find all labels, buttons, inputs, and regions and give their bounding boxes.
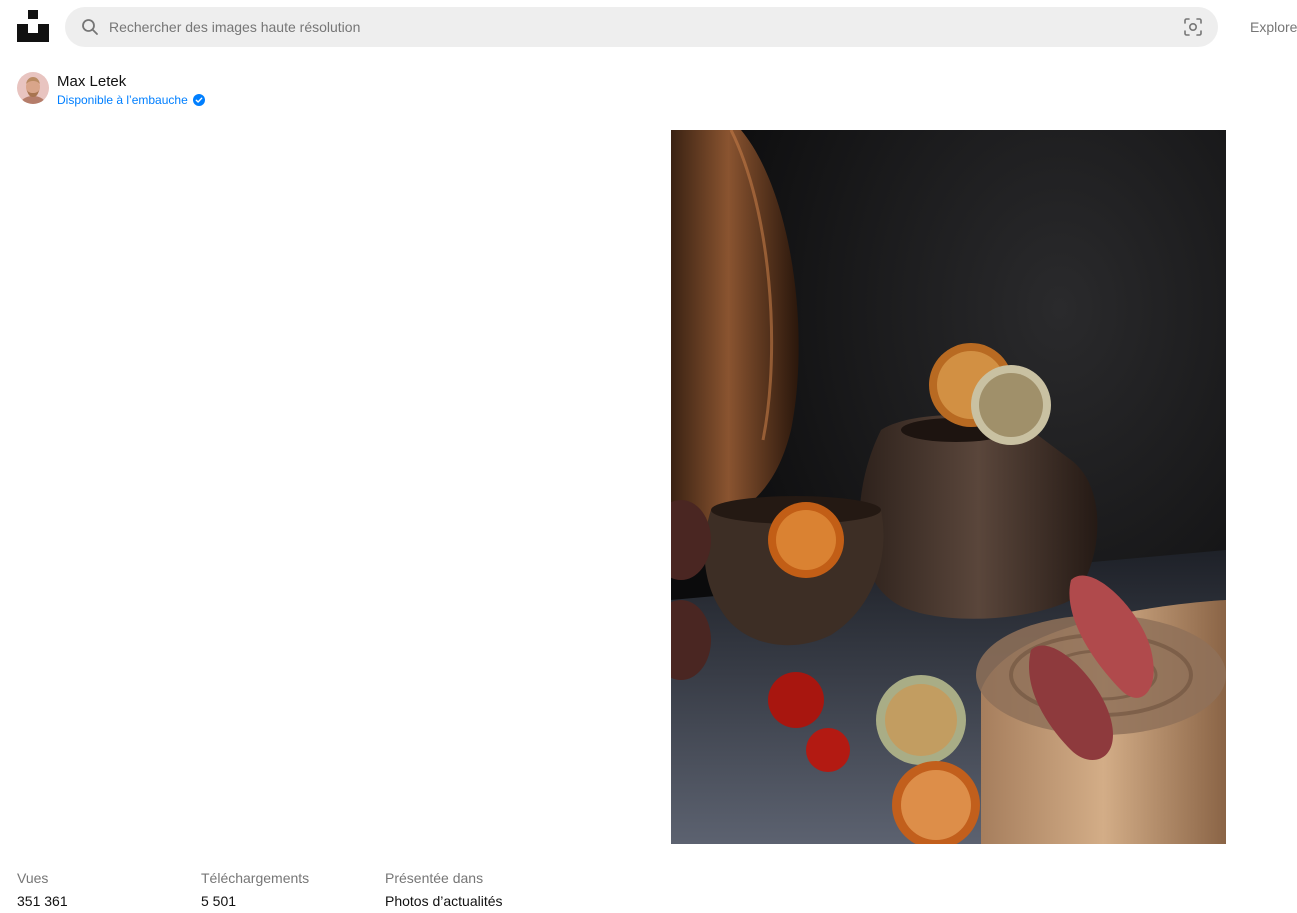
author-name[interactable]: Max Letek — [57, 73, 126, 90]
stat-featured-label: Présentée dans — [385, 870, 484, 886]
unsplash-logo-icon[interactable] — [17, 10, 49, 42]
visual-search-icon[interactable] — [1183, 17, 1203, 37]
stat-views: Vues 351 361 — [17, 870, 68, 909]
logo-bottom-block — [17, 24, 49, 42]
featured-topic-link[interactable]: Photos d’actualités — [385, 893, 503, 909]
still-life-photo — [671, 130, 1226, 844]
logo-top-block — [28, 10, 38, 19]
nav-explore-link[interactable]: Explore — [1250, 19, 1297, 35]
avatar[interactable] — [17, 72, 49, 104]
hire-status-link[interactable]: Disponible à l’embauche — [57, 93, 205, 107]
search-icon[interactable] — [81, 18, 99, 36]
stat-views-value: 351 361 — [17, 893, 68, 909]
stat-downloads: Téléchargements 5 501 — [201, 870, 309, 909]
search-input[interactable] — [109, 7, 1159, 47]
stat-downloads-label: Téléchargements — [201, 870, 310, 886]
stat-featured-in: Présentée dans Photos d’actualités — [385, 870, 503, 909]
stat-downloads-value: 5 501 — [201, 893, 237, 909]
stat-views-label: Vues — [17, 870, 49, 886]
author-block: Max Letek Disponible à l’embauche — [17, 72, 277, 108]
verified-check-icon — [192, 94, 205, 106]
search-bar — [65, 7, 1218, 47]
hire-status-label: Disponible à l’embauche — [57, 93, 188, 107]
main-photo[interactable] — [671, 130, 1226, 844]
